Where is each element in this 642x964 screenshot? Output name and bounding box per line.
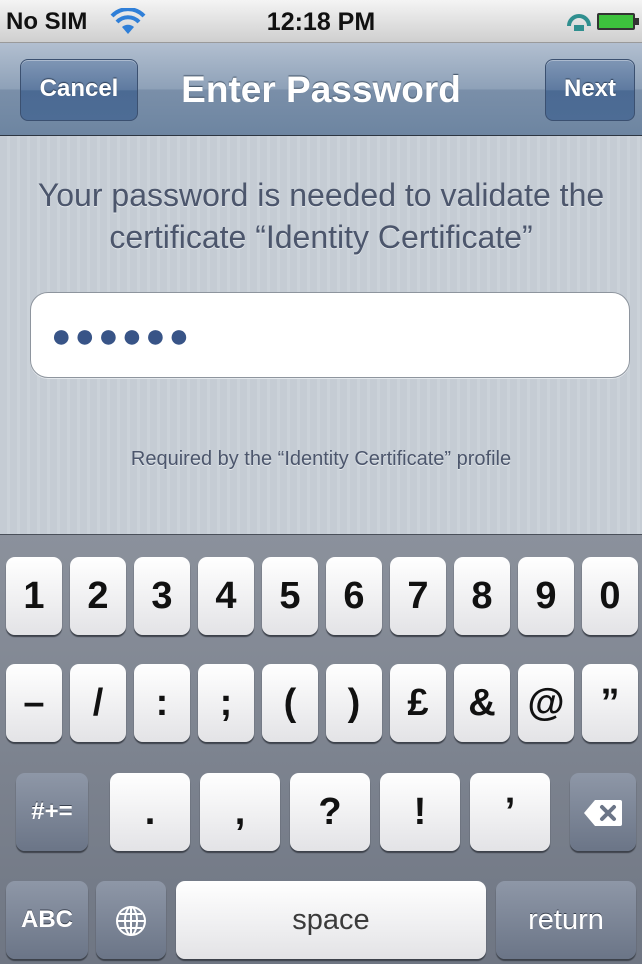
key-colon[interactable]: : bbox=[134, 664, 190, 742]
key-6[interactable]: 6 bbox=[326, 557, 382, 635]
symbols-toggle-key[interactable]: #+= bbox=[16, 773, 88, 851]
key-quote[interactable]: ” bbox=[582, 664, 638, 742]
key-ampersand[interactable]: & bbox=[454, 664, 510, 742]
clock: 12:18 PM bbox=[266, 8, 376, 36]
content-area: Your password is needed to validate the … bbox=[0, 136, 642, 534]
abc-toggle-key[interactable]: ABC bbox=[6, 881, 88, 959]
key-1[interactable]: 1 bbox=[6, 557, 62, 635]
key-5[interactable]: 5 bbox=[262, 557, 318, 635]
globe-key[interactable] bbox=[96, 881, 166, 959]
key-3[interactable]: 3 bbox=[134, 557, 190, 635]
next-button[interactable]: Next bbox=[545, 59, 635, 121]
status-bar: No SIM 12:18 PM bbox=[0, 0, 642, 43]
backspace-key[interactable] bbox=[570, 773, 636, 851]
key-exclamation[interactable]: ! bbox=[380, 773, 460, 851]
keyboard: 1 2 3 4 5 6 7 8 9 0 – / : ; ( ) £ & @ ” … bbox=[0, 534, 642, 964]
key-semicolon[interactable]: ; bbox=[198, 664, 254, 742]
key-8[interactable]: 8 bbox=[454, 557, 510, 635]
password-field[interactable]: ●●●●●● bbox=[30, 292, 630, 378]
key-pound[interactable]: £ bbox=[390, 664, 446, 742]
key-7[interactable]: 7 bbox=[390, 557, 446, 635]
key-2[interactable]: 2 bbox=[70, 557, 126, 635]
key-close-paren[interactable]: ) bbox=[326, 664, 382, 742]
globe-icon bbox=[116, 905, 146, 936]
password-value: ●●●●●● bbox=[51, 317, 193, 355]
navigation-bar: Cancel Enter Password Next bbox=[0, 43, 642, 136]
backspace-icon bbox=[584, 799, 622, 826]
password-message: Your password is needed to validate the … bbox=[37, 177, 605, 255]
key-dash[interactable]: – bbox=[6, 664, 62, 742]
key-at[interactable]: @ bbox=[518, 664, 574, 742]
key-4[interactable]: 4 bbox=[198, 557, 254, 635]
profile-footnote: Required by the “Identity Certificate” p… bbox=[130, 448, 512, 470]
key-question[interactable]: ? bbox=[290, 773, 370, 851]
key-apostrophe[interactable]: ’ bbox=[470, 773, 550, 851]
key-open-paren[interactable]: ( bbox=[262, 664, 318, 742]
sync-icon bbox=[566, 12, 592, 32]
key-period[interactable]: . bbox=[110, 773, 190, 851]
return-key[interactable]: return bbox=[496, 881, 636, 959]
battery-icon bbox=[597, 13, 639, 30]
key-0[interactable]: 0 bbox=[582, 557, 638, 635]
key-9[interactable]: 9 bbox=[518, 557, 574, 635]
key-comma[interactable]: , bbox=[200, 773, 280, 851]
key-slash[interactable]: / bbox=[70, 664, 126, 742]
space-key[interactable]: space bbox=[176, 881, 486, 959]
